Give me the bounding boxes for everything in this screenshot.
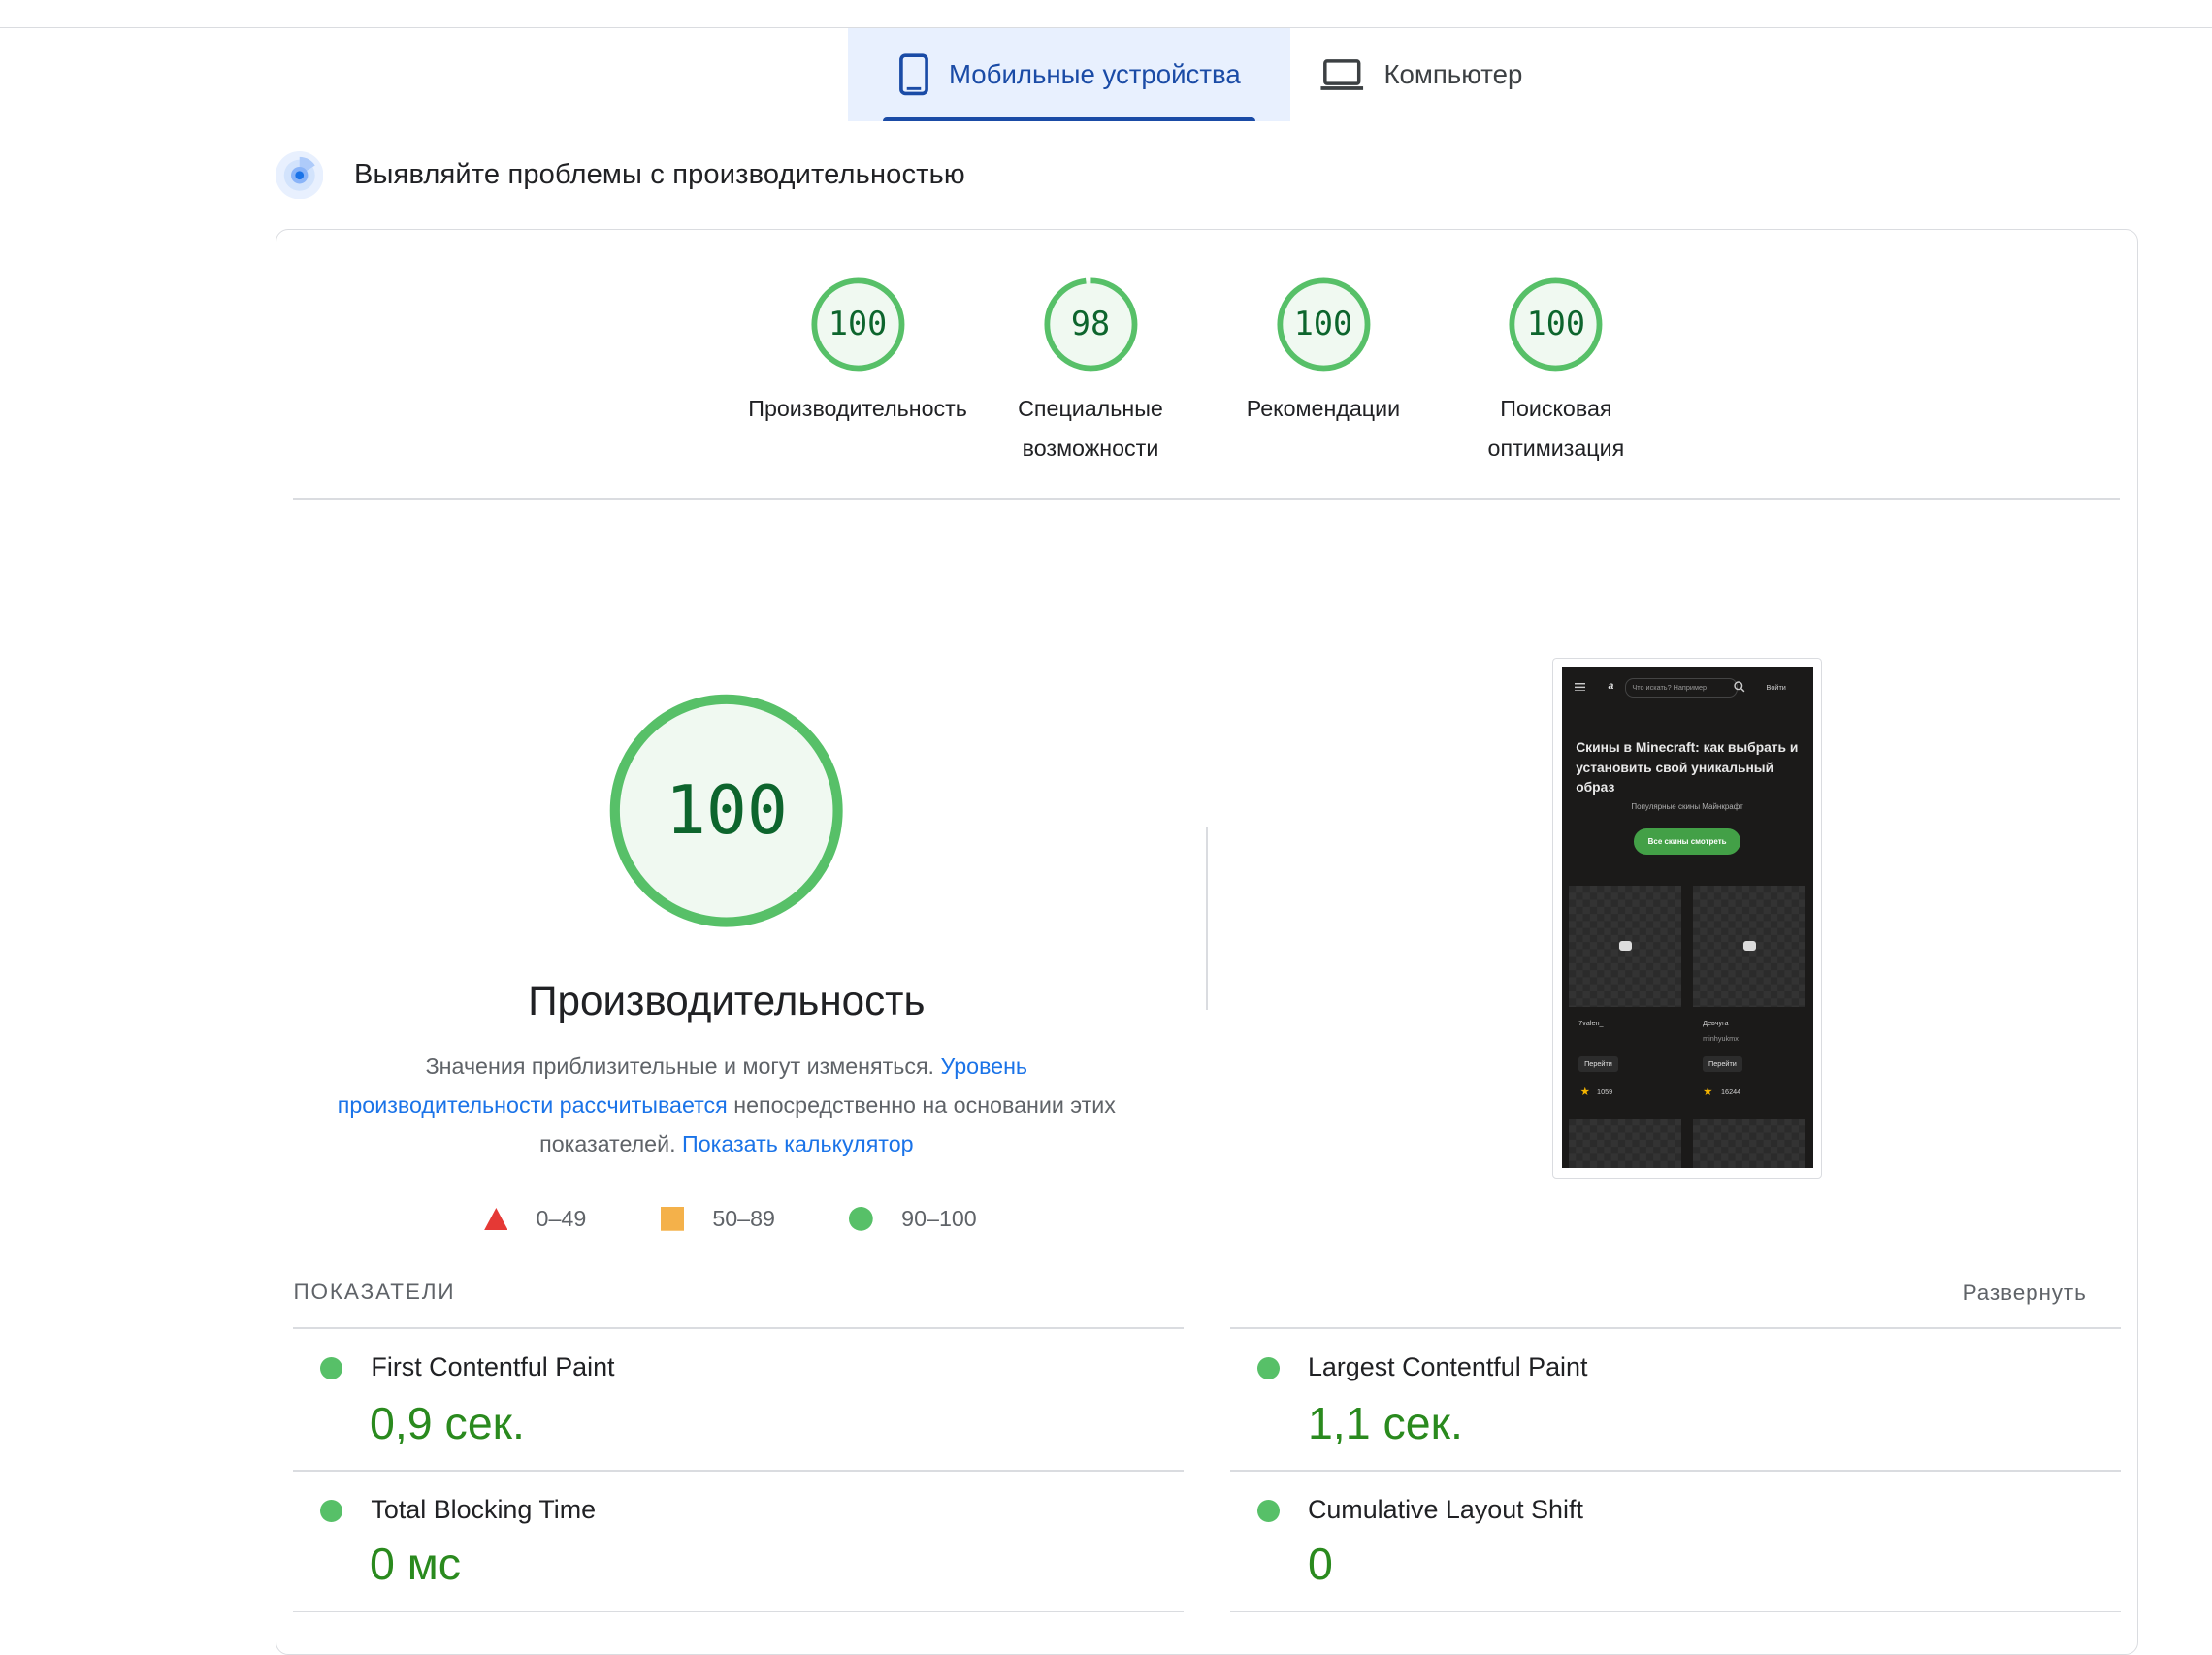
gauge-label-line: Специальные [1018, 396, 1163, 422]
gauge-seo[interactable]: 100 [1508, 276, 1604, 373]
metric-name-cls: Cumulative Layout Shift [1307, 1495, 1583, 1525]
tab-active-indicator [883, 116, 1256, 122]
pass-circle-icon [1256, 1356, 1280, 1380]
divider [1229, 1610, 2121, 1613]
gauge-score: 98 [1070, 305, 1111, 342]
gauge-score: 100 [1293, 305, 1353, 342]
site-all-skins-button: Все скины смотреть [1633, 828, 1741, 856]
divider [293, 1327, 1184, 1329]
metric-name-lcp: Largest Contentful Paint [1307, 1352, 1588, 1382]
skin-name: Девчуга [1703, 1018, 1729, 1027]
divider [1229, 1470, 2121, 1472]
legend-label: 50–89 [712, 1206, 775, 1232]
tab-mobile-label: Мобильные устройства [948, 59, 1241, 90]
gauge-label-line: возможности [1022, 436, 1159, 462]
metric-value-tbt: 0 мс [369, 1538, 461, 1589]
skin-preview [1568, 886, 1682, 1008]
lighthouse-radar-icon [275, 150, 323, 200]
site-title: Скины в Minecraft: как выбрать и установ… [1576, 739, 1799, 795]
skin-name: 7valen_ [1578, 1018, 1604, 1027]
site-search-placeholder: Что искать? Например [1632, 682, 1708, 692]
metric-value-fcp: 0,9 сек. [369, 1397, 525, 1448]
star-icon: ★ [1579, 1086, 1590, 1099]
final-screenshot: a Что искать? Например Войти Скины в Min… [1561, 666, 1813, 1168]
tab-desktop-label: Компьютер [1383, 59, 1523, 90]
divider [1229, 1327, 2121, 1329]
circle-icon [849, 1207, 874, 1232]
vertical-divider [1206, 827, 1208, 1011]
legend-fail: 0–49 [483, 1206, 587, 1232]
skin-likes: 1059 [1597, 1087, 1613, 1097]
legend-label: 0–49 [536, 1206, 587, 1232]
divider [293, 498, 2121, 500]
legend-pass: 90–100 [849, 1206, 977, 1232]
metric-value-lcp: 1,1 сек. [1307, 1397, 1463, 1448]
metrics-heading: ПОКАЗАТЕЛИ [293, 1279, 456, 1304]
metric-name-fcp: First Contentful Paint [371, 1352, 615, 1382]
skin-author: minhyukmx [1703, 1033, 1739, 1043]
skin-preview [1692, 1119, 1806, 1168]
gauge-performance[interactable]: 100 [810, 276, 906, 373]
metric-name-tbt: Total Blocking Time [371, 1495, 597, 1525]
skin-likes: 16244 [1721, 1087, 1741, 1097]
laptop-icon [1320, 58, 1363, 90]
tab-desktop[interactable]: Компьютер [1319, 28, 1559, 121]
metric-value-cls: 0 [1307, 1538, 1333, 1589]
gauge-label-seo: Поисковая оптимизация [1415, 389, 1697, 468]
skin-go-button: Перейти [1578, 1056, 1618, 1073]
triangle-icon [483, 1208, 508, 1231]
skin-preview [1692, 886, 1806, 1008]
expand-button[interactable]: Развернуть [1963, 1281, 2087, 1306]
legend-average: 50–89 [660, 1206, 775, 1232]
gauge-score: 100 [1526, 305, 1586, 342]
site-logo: a [1608, 681, 1614, 693]
skin-go-button: Перейти [1703, 1056, 1742, 1073]
gauge-best-practices[interactable]: 100 [1276, 276, 1372, 373]
performance-gauge: 100 [609, 694, 843, 928]
divider [293, 1610, 1184, 1613]
divider [293, 1470, 1184, 1472]
pass-circle-icon [1256, 1499, 1280, 1522]
show-calculator-link[interactable]: Показать калькулятор [682, 1131, 914, 1156]
performance-score: 100 [665, 771, 788, 851]
page-title: Выявляйте проблемы с производительностью [353, 159, 965, 191]
gauge-score: 100 [828, 305, 888, 342]
desc-text: Значения приблизительные и могут изменят… [425, 1054, 941, 1080]
tab-mobile[interactable]: Мобильные устройства [847, 28, 1291, 122]
gauge-label-line: оптимизация [1487, 436, 1625, 462]
site-subtitle: Популярные скины Майнкрафт [1631, 802, 1743, 812]
site-login: Войти [1766, 682, 1786, 692]
square-icon [660, 1207, 685, 1232]
star-icon: ★ [1703, 1086, 1713, 1099]
performance-description: Значения приблизительные и могут изменят… [332, 1048, 1122, 1164]
gauge-accessibility[interactable]: 98 [1043, 276, 1139, 373]
skin-preview [1568, 1119, 1682, 1168]
performance-title: Производительность [528, 977, 926, 1023]
search-icon [1734, 681, 1745, 693]
menu-icon [1574, 682, 1586, 692]
gauge-label-line: Поисковая [1500, 396, 1612, 422]
smartphone-icon [898, 53, 928, 96]
legend-label: 90–100 [901, 1206, 977, 1232]
